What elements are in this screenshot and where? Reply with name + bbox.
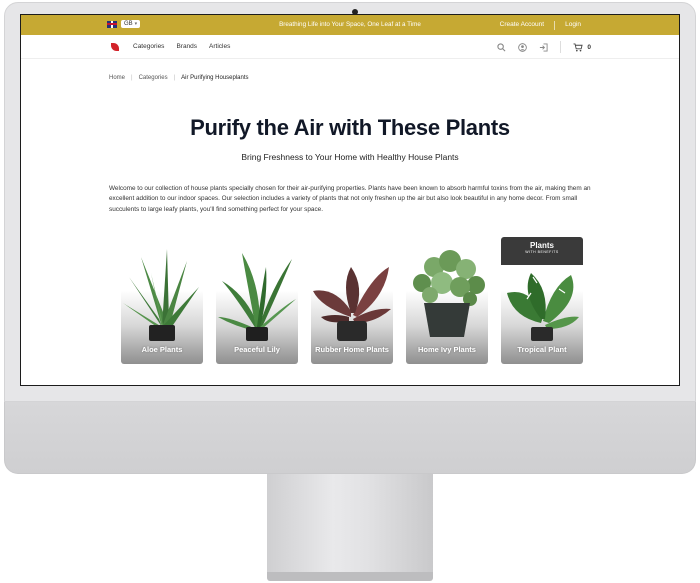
monitor-chin [4, 402, 696, 474]
login-link[interactable]: Login [555, 21, 591, 30]
card-label: Aloe Plants [141, 345, 183, 354]
nav-icons: 0 [497, 41, 591, 53]
breadcrumb-separator: | [131, 75, 133, 81]
ivy-plant-image [413, 250, 485, 337]
card-label: Peaceful Lily [234, 345, 280, 354]
monitor-stand-base [267, 572, 433, 581]
category-cards: Aloe Plants Peaceful Lily Rubber Home Pl… [121, 237, 583, 364]
category-card-rubber-plant[interactable]: Rubber Home Plants [311, 237, 393, 364]
page-title: Purify the Air with These Plants [190, 115, 510, 140]
aloe-plant-image [123, 249, 199, 341]
create-account-link[interactable]: Create Account [490, 21, 554, 30]
leaf-logo-icon[interactable] [111, 43, 119, 51]
monitor-stand [267, 474, 433, 576]
breadcrumb-current: Air Purifying Houseplants [181, 75, 249, 81]
cart-count: 0 [587, 43, 591, 51]
category-card-tropical[interactable]: Plants WITH BENEFITS Tropical Plant [501, 237, 583, 364]
sign-in-icon[interactable] [539, 42, 548, 52]
user-icon[interactable] [518, 42, 528, 52]
search-icon[interactable] [497, 42, 506, 52]
main-nav: Categories Brands Articles 0 [21, 35, 679, 59]
breadcrumb-home[interactable]: Home [109, 75, 125, 81]
nav-brands[interactable]: Brands [176, 43, 197, 50]
intro-paragraph: Welcome to our collection of house plant… [109, 185, 591, 213]
cart-button[interactable]: 0 [573, 42, 591, 52]
page-subtitle: Bring Freshness to Your Home with Health… [241, 152, 459, 162]
category-card-aloe[interactable]: Aloe Plants [121, 237, 203, 364]
nav-articles[interactable]: Articles [209, 43, 230, 50]
cart-icon [573, 42, 584, 51]
account-links: Create Account Login [490, 21, 591, 30]
nav-links: Categories Brands Articles [133, 43, 230, 50]
breadcrumb-categories[interactable]: Categories [139, 75, 168, 81]
tropical-plant-image [507, 273, 579, 341]
announcement-bar: GB ▾ Breathing Life into Your Space, One… [21, 15, 679, 35]
peace-lily-image [218, 253, 296, 341]
icon-divider [560, 41, 562, 53]
breadcrumb: Home | Categories | Air Purifying Housep… [109, 75, 249, 81]
category-card-ivy[interactable]: Home Ivy Plants [406, 237, 488, 364]
card-label: Rubber Home Plants [315, 345, 389, 354]
breadcrumb-separator: | [173, 75, 176, 81]
card-label: Home Ivy Plants [418, 345, 476, 354]
nav-categories[interactable]: Categories [133, 43, 164, 50]
category-card-peace-lily[interactable]: Peaceful Lily [216, 237, 298, 364]
card-label: Tropical Plant [517, 345, 567, 354]
browser-screen: GB ▾ Breathing Life into Your Space, One… [20, 14, 680, 386]
rubber-plant-image [313, 267, 391, 341]
